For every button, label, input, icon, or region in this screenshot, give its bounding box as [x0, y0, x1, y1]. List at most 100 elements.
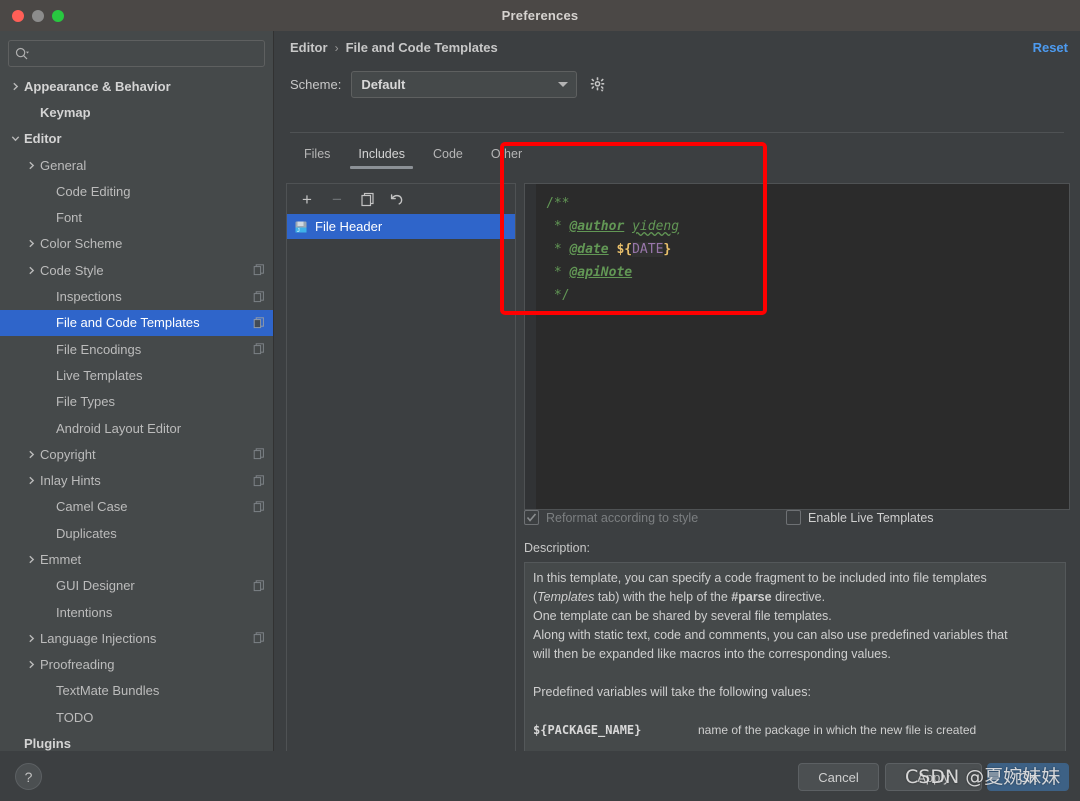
chevron-right-icon[interactable] [24, 658, 38, 672]
copy-template-button[interactable] [353, 186, 381, 212]
sidebar-item-font[interactable]: Font [0, 204, 273, 230]
close-window-icon[interactable] [12, 9, 24, 22]
scheme-select[interactable]: Default [351, 71, 578, 98]
description-line-4: Along with static text, code and comment… [533, 628, 1008, 642]
zoom-window-icon[interactable] [52, 9, 64, 22]
template-tabs: Files Includes Code Other [290, 143, 536, 169]
chevron-right-icon[interactable] [24, 263, 38, 277]
chevron-right-icon[interactable] [24, 158, 38, 172]
tab-other[interactable]: Other [477, 143, 536, 169]
code-token-brace: ${ [616, 242, 633, 257]
reset-link[interactable]: Reset [1033, 40, 1068, 55]
sidebar-item-label: TODO [56, 709, 94, 725]
copy-settings-icon[interactable] [253, 501, 265, 513]
search-input[interactable] [29, 45, 258, 62]
template-list-item[interactable]: J File Header [287, 214, 515, 239]
sidebar-item-todo[interactable]: TODO [0, 704, 273, 730]
chevron-right-icon[interactable] [24, 447, 38, 461]
template-list-toolbar: + − [287, 184, 515, 214]
sidebar-item-general[interactable]: General [0, 152, 273, 178]
sidebar-item-emmet[interactable]: Emmet [0, 546, 273, 572]
gear-icon[interactable] [587, 75, 607, 95]
chevron-down-icon[interactable] [8, 132, 22, 146]
sidebar-item-appearance-behavior[interactable]: Appearance & Behavior [0, 73, 273, 99]
tab-code[interactable]: Code [419, 143, 477, 169]
breadcrumb-parent[interactable]: Editor [290, 40, 328, 55]
live-templates-option[interactable]: Enable Live Templates [786, 510, 934, 525]
code-token-comment: /** [546, 196, 570, 211]
description-line-5: will then be expanded like macros into t… [533, 647, 891, 661]
sidebar-item-label: Duplicates [56, 525, 117, 541]
sidebar-item-label: Code Editing [56, 183, 131, 199]
reformat-option[interactable]: Reformat according to style [524, 510, 786, 525]
editor-code-text[interactable]: /** * @author yideng * @date ${DATE} * @… [536, 184, 1069, 509]
sidebar-item-inspections[interactable]: Inspections [0, 283, 273, 309]
copy-settings-icon[interactable] [253, 264, 265, 276]
chevron-right-icon[interactable] [24, 237, 38, 251]
live-templates-label: Enable Live Templates [808, 510, 934, 525]
sidebar-item-copyright[interactable]: Copyright [0, 441, 273, 467]
description-variables-intro: Predefined variables will take the follo… [533, 685, 811, 699]
sidebar-item-keymap[interactable]: Keymap [0, 99, 273, 125]
sidebar-item-camel-case[interactable]: Camel Case [0, 494, 273, 520]
copy-settings-icon[interactable] [253, 290, 265, 303]
sidebar-item-editor[interactable]: Editor [0, 126, 273, 152]
template-list-item-label: File Header [315, 219, 383, 234]
sidebar-item-intentions[interactable]: Intentions [0, 599, 273, 625]
editor-line: * @author yideng [546, 215, 1069, 238]
editor-line: */ [546, 284, 1069, 307]
ok-button[interactable]: OK [987, 763, 1069, 791]
template-code-editor[interactable]: /** * @author yideng * @date ${DATE} * @… [524, 183, 1070, 510]
sidebar-item-android-layout-editor[interactable]: Android Layout Editor [0, 415, 273, 441]
breadcrumb: Editor › File and Code Templates [290, 40, 498, 55]
help-button[interactable]: ? [15, 763, 42, 790]
reset-template-button[interactable] [383, 186, 411, 212]
chevron-right-icon[interactable] [24, 552, 38, 566]
sidebar-item-label: GUI Designer [56, 578, 135, 594]
minimize-window-icon[interactable] [32, 9, 44, 22]
sidebar-item-label: File Types [56, 394, 116, 410]
sidebar-item-code-editing[interactable]: Code Editing [0, 178, 273, 204]
sidebar-item-file-types[interactable]: File Types [0, 389, 273, 415]
copy-settings-icon[interactable] [253, 448, 265, 460]
apply-button[interactable]: Apply [885, 763, 982, 791]
chevron-right-icon[interactable] [8, 79, 22, 93]
sidebar-item-gui-designer[interactable]: GUI Designer [0, 573, 273, 599]
sidebar-item-textmate-bundles[interactable]: TextMate Bundles [0, 678, 273, 704]
add-template-button[interactable]: + [293, 186, 321, 212]
sidebar-item-label: General [40, 157, 87, 173]
copy-settings-icon[interactable] [253, 317, 265, 329]
chevron-right-icon[interactable] [24, 474, 38, 488]
code-token-comment: * [546, 219, 570, 234]
copy-settings-icon[interactable] [253, 632, 265, 644]
reformat-checkbox[interactable] [524, 510, 539, 525]
sidebar-item-duplicates[interactable]: Duplicates [0, 520, 273, 546]
tab-includes[interactable]: Includes [344, 143, 419, 169]
sidebar-item-file-and-code-templates[interactable]: File and Code Templates [0, 309, 273, 336]
tab-files[interactable]: Files [290, 143, 344, 169]
sidebar-item-file-encodings[interactable]: File Encodings [0, 336, 273, 362]
chevron-right-icon[interactable] [24, 631, 38, 645]
sidebar-item-proofreading[interactable]: Proofreading [0, 652, 273, 678]
cancel-button[interactable]: Cancel [798, 763, 879, 791]
sidebar-item-inlay-hints[interactable]: Inlay Hints [0, 467, 273, 493]
copy-settings-icon[interactable] [253, 343, 265, 355]
copy-settings-icon[interactable] [253, 474, 265, 487]
sidebar-item-label: Android Layout Editor [56, 420, 182, 436]
sidebar-item-label: Proofreading [40, 657, 115, 673]
copy-settings-icon[interactable] [253, 580, 265, 592]
sidebar-item-code-style[interactable]: Code Style [0, 257, 273, 283]
description-label: Description: [524, 541, 590, 555]
desc-l2-b: tab) with the help of the [594, 590, 732, 604]
sidebar-item-language-injections[interactable]: Language Injections [0, 625, 273, 651]
sidebar-item-live-templates[interactable]: Live Templates [0, 362, 273, 388]
sidebar-item-plugins[interactable]: Plugins [0, 730, 273, 751]
search-box[interactable] [8, 40, 265, 67]
sidebar-item-label: Color Scheme [40, 236, 123, 252]
sidebar-item-color-scheme[interactable]: Color Scheme [0, 231, 273, 257]
live-templates-checkbox[interactable] [786, 510, 801, 525]
